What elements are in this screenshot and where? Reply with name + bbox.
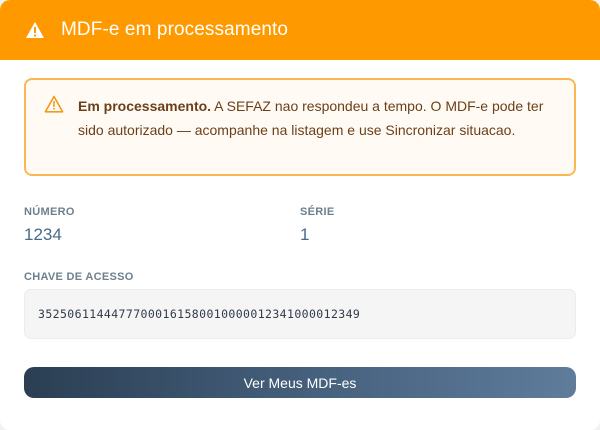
dialog-title: MDF-e em processamento: [61, 19, 289, 40]
warning-triangle-icon: [25, 19, 47, 41]
ver-meus-mdfes-button[interactable]: Ver Meus MDF-es: [24, 367, 576, 398]
mdfe-fields-row: NÚMERO 1234 SÉRIE 1: [24, 206, 576, 245]
numero-value: 1234: [24, 225, 62, 244]
chave-label: CHAVE DE ACESSO: [24, 271, 134, 283]
alert-message: Em processamento. A SEFAZ nao respondeu …: [78, 94, 558, 142]
chave-value[interactable]: 3525061144477700016158001000001234100001…: [24, 289, 576, 339]
numero-field: NÚMERO 1234: [24, 206, 300, 245]
numero-label: NÚMERO: [24, 206, 75, 218]
alert-bold-text: Em processamento.: [78, 98, 212, 114]
mdfe-processing-dialog: MDF-e em processamento Em processamento.…: [0, 0, 600, 430]
dialog-header: MDF-e em processamento: [0, 0, 600, 60]
warning-triangle-icon: [44, 95, 64, 115]
dialog-body: Em processamento. A SEFAZ nao respondeu …: [0, 60, 600, 398]
serie-label: SÉRIE: [300, 206, 335, 218]
chave-acesso-field: CHAVE DE ACESSO 352506114447770001615800…: [24, 271, 576, 339]
processing-alert: Em processamento. A SEFAZ nao respondeu …: [24, 78, 576, 176]
serie-value: 1: [300, 225, 310, 244]
serie-field: SÉRIE 1: [300, 206, 576, 245]
